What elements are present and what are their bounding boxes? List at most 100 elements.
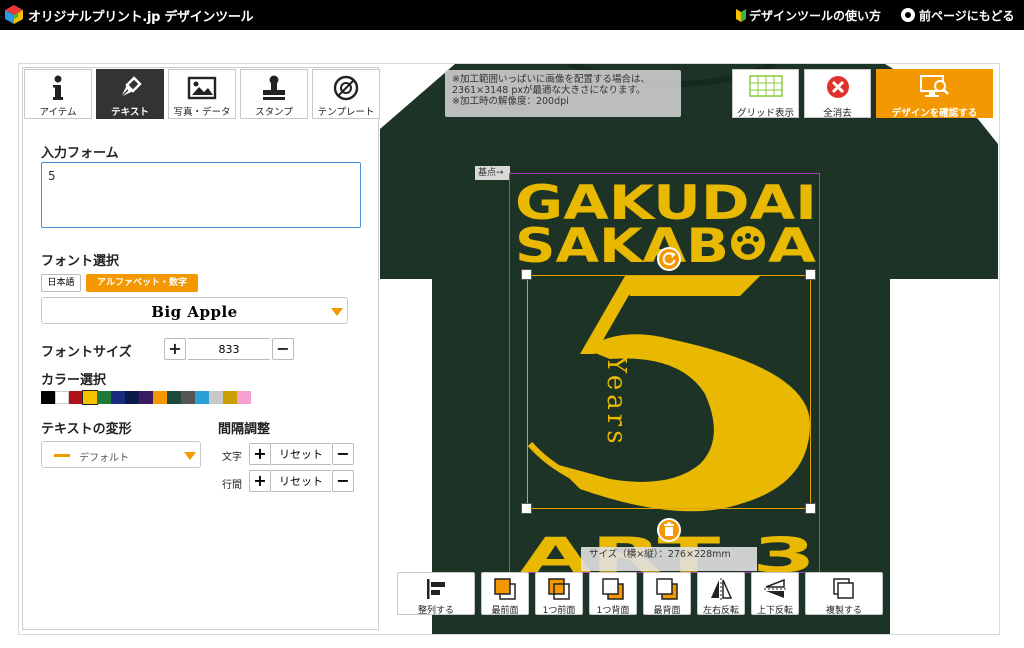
guide-link-label: デザインツールの使い方 (749, 9, 882, 23)
color-swatches (41, 390, 251, 405)
color-swatch[interactable] (167, 391, 181, 404)
resize-handle-tr[interactable] (805, 269, 816, 280)
clear-x-icon (827, 76, 849, 98)
duplicate-button[interactable]: 複製する (805, 572, 883, 616)
tab-photo-label: 写真・データ (173, 107, 231, 118)
chevron-down-icon (184, 452, 196, 460)
resize-handle-br[interactable] (805, 503, 816, 514)
duplicate-icon (806, 577, 882, 601)
back-circle-icon (901, 8, 915, 22)
logo-cube-icon (5, 5, 23, 24)
char-spacing-minus-button[interactable]: − (332, 443, 354, 465)
color-swatch[interactable] (82, 390, 98, 405)
char-spacing-plus-button[interactable]: + (249, 443, 271, 465)
color-swatch[interactable] (55, 391, 69, 404)
font-size-value[interactable]: 833 (188, 338, 270, 360)
font-lang-japanese-button[interactable]: 日本語 (41, 274, 81, 292)
align-label: 整列する (417, 606, 454, 616)
tab-photo[interactable]: 写真・データ (168, 69, 236, 119)
input-form-label: 入力フォーム (41, 146, 119, 161)
send-backward-button[interactable]: 1つ背面 (589, 572, 637, 616)
color-swatch[interactable] (181, 391, 195, 404)
rotate-icon (662, 252, 676, 266)
line-spacing-label: 行間 (222, 480, 242, 491)
delete-handle[interactable] (657, 518, 681, 542)
top-bar: オリジナルプリント.jp デザインツール デザインツールの使い方 前ページにもど… (0, 0, 1024, 30)
bring-forward-label: 1つ前面 (542, 606, 576, 616)
send-backward-icon (590, 577, 636, 601)
origin-label: 基点→ (475, 166, 510, 180)
tab-item-label: アイテム (39, 107, 77, 118)
bring-forward-icon (536, 577, 582, 601)
brand-title: オリジナルプリント.jp デザインツール (28, 10, 254, 25)
tab-text[interactable]: テキスト (96, 69, 164, 119)
color-swatch[interactable] (223, 391, 237, 404)
color-swatch[interactable] (237, 391, 251, 404)
send-to-back-button[interactable]: 最背面 (643, 572, 691, 616)
resize-handle-bl[interactable] (521, 503, 532, 514)
color-swatch[interactable] (139, 391, 153, 404)
flip-vertical-icon (752, 577, 798, 601)
monitor-search-icon (920, 75, 949, 97)
back-link[interactable]: 前ページにもどる (901, 7, 1015, 24)
bring-to-front-label: 最前面 (491, 606, 519, 616)
tab-item[interactable]: アイテム (24, 69, 92, 119)
grid-toggle-button[interactable]: グリッド表示 (732, 69, 799, 119)
color-swatch[interactable] (195, 391, 209, 404)
color-swatch[interactable] (125, 391, 139, 404)
color-swatch[interactable] (97, 391, 111, 404)
line-spacing-reset-button[interactable]: リセット (271, 470, 331, 492)
confirm-design-button[interactable]: デザインを確認する (876, 69, 993, 119)
tab-text-label: テキスト (111, 107, 149, 118)
color-select-label: カラー選択 (41, 373, 107, 388)
font-size-minus-button[interactable]: − (272, 338, 294, 360)
beginner-mark-icon (736, 9, 746, 22)
text-transform-value: デフォルト (79, 453, 129, 464)
bring-to-front-button[interactable]: 最前面 (481, 572, 529, 616)
template-icon (313, 74, 379, 102)
flip-horizontal-label: 左右反転 (702, 606, 739, 616)
tab-template[interactable]: テンプレート (312, 69, 380, 119)
char-spacing-label: 文字 (222, 452, 242, 463)
line-spacing-minus-button[interactable]: − (332, 470, 354, 492)
bring-to-front-icon (482, 577, 528, 601)
font-size-plus-button[interactable]: + (164, 338, 186, 360)
flip-horizontal-icon (698, 577, 744, 601)
align-icon (398, 577, 474, 601)
resize-handle-tl[interactable] (521, 269, 532, 280)
font-lang-alphabet-button[interactable]: アルファベット・数字 (86, 274, 198, 292)
color-swatch[interactable] (111, 391, 125, 404)
line-spacing-plus-button[interactable]: + (249, 470, 271, 492)
flip-vertical-label: 上下反転 (756, 606, 793, 616)
selection-frame[interactable] (527, 275, 811, 509)
stamp-icon (241, 74, 307, 102)
char-spacing-reset-button[interactable]: リセット (271, 443, 331, 465)
guide-link[interactable]: デザインツールの使い方 (736, 7, 881, 24)
flip-vertical-button[interactable]: 上下反転 (751, 572, 799, 616)
confirm-design-label: デザインを確認する (891, 108, 978, 119)
bring-forward-button[interactable]: 1つ前面 (535, 572, 583, 616)
clear-all-label: 全消去 (823, 108, 852, 119)
clear-all-button[interactable]: 全消去 (804, 69, 871, 119)
flip-horizontal-button[interactable]: 左右反転 (697, 572, 745, 616)
send-backward-label: 1つ背面 (596, 606, 630, 616)
notice-line: ※加工時の解像度：200dpi (452, 96, 569, 107)
color-swatch[interactable] (69, 391, 83, 404)
align-button[interactable]: 整列する (397, 572, 475, 616)
tab-stamp[interactable]: スタンプ (240, 69, 308, 119)
back-link-label: 前ページにもどる (919, 9, 1015, 23)
color-swatch[interactable] (209, 391, 223, 404)
font-select-value: Big Apple (151, 303, 238, 321)
font-select[interactable]: Big Apple (41, 297, 348, 324)
chevron-down-icon (331, 308, 343, 316)
trash-icon (664, 522, 674, 536)
text-transform-label: テキストの変形 (41, 422, 132, 437)
rotate-handle[interactable] (657, 247, 681, 271)
print-notice: ※加工範囲いっぱいに画像を配置する場合は、 2361×3148 pxが最適な大き… (445, 70, 681, 117)
text-input[interactable]: 5 (41, 162, 361, 228)
color-swatch[interactable] (153, 391, 167, 404)
color-swatch[interactable] (41, 391, 55, 404)
pen-nib-icon (97, 74, 163, 102)
text-transform-select[interactable]: デフォルト (41, 441, 201, 468)
spacing-label: 間隔調整 (218, 422, 271, 437)
